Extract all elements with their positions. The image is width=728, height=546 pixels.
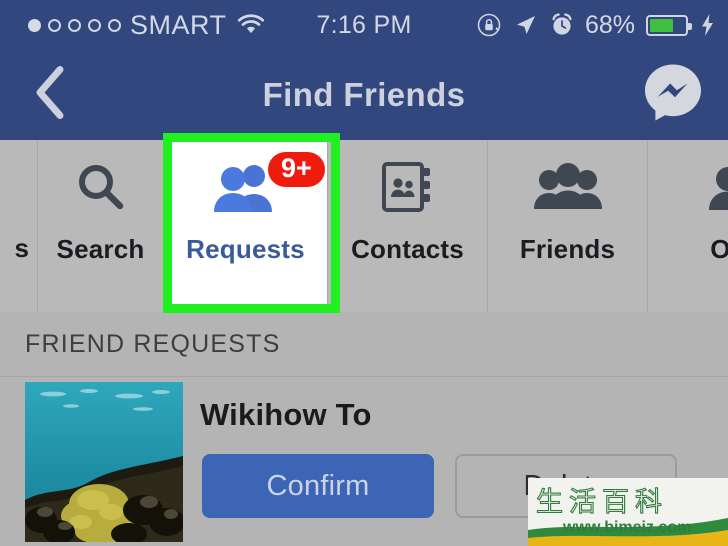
battery-fill: [650, 18, 674, 32]
lightning-bolt-icon: [702, 14, 713, 36]
people-group-icon: [533, 163, 602, 209]
battery-percent-label: 68%: [584, 10, 635, 39]
rotation-lock-icon: [477, 13, 501, 37]
tab-search[interactable]: Search: [38, 140, 164, 312]
site-watermark: 生活百科 www.bimeiz.com: [528, 478, 728, 546]
tab-contacts-icon-wrap: [328, 140, 487, 236]
status-bar-right: 68%: [476, 11, 716, 40]
tab-contacts-label: Contacts: [351, 234, 464, 264]
confirm-button[interactable]: Confirm: [202, 454, 434, 518]
tab-outgoing[interactable]: Outg: [648, 140, 728, 312]
coral-reef-photo: [25, 382, 183, 542]
requester-name: Wikihow To: [200, 397, 372, 432]
watermark-chinese-text: 生活百科: [536, 487, 668, 518]
alarm-clock-icon: [552, 13, 572, 35]
navigation-bar: Find Friends: [0, 50, 728, 140]
friend-requests-section-header: FRIEND REQUESTS: [0, 312, 728, 377]
watermark-graphic: 生活百科 www.bimeiz.com: [528, 478, 728, 546]
tab-friends[interactable]: Friends: [488, 140, 648, 312]
avatar[interactable]: [25, 382, 183, 542]
battery-icon: [646, 14, 692, 36]
tab-suggestions-partial[interactable]: s: [0, 140, 38, 312]
tab-outgoing-inner: Outg: [656, 140, 728, 312]
status-bar: SMART 7:16 PM 68%: [0, 0, 728, 50]
section-header-label: FRIEND REQUESTS: [25, 329, 281, 358]
watermark-url: www.bimeiz.com: [562, 519, 691, 536]
tab-friends-icon-wrap: [488, 140, 647, 236]
magnifier-icon: [78, 165, 123, 210]
tab-outgoing-icon-wrap: [656, 140, 728, 236]
tab-outgoing-label: Outg: [710, 234, 728, 264]
messenger-icon: [645, 64, 701, 121]
tab-suggestions-partial-label: s: [14, 233, 29, 263]
tab-search-icon-wrap: [38, 140, 163, 236]
tab-friends-label: Friends: [519, 234, 616, 264]
find-friends-tab-bar: s Search 9+ Requests Contacts Friends O: [0, 140, 728, 312]
page-title: Find Friends: [262, 76, 466, 113]
tab-requests[interactable]: 9+ Requests: [164, 140, 328, 312]
person-icon: [709, 167, 728, 210]
address-book-icon: [381, 162, 430, 212]
tab-requests-label: Requests: [186, 234, 305, 264]
phone-screenshot: SMART 7:16 PM 68% Find Friends s Search …: [0, 0, 728, 546]
tab-requests-icon-wrap: 9+: [164, 140, 327, 236]
location-arrow-icon: [516, 16, 535, 34]
messenger-button[interactable]: [640, 60, 706, 131]
requests-badge: 9+: [268, 152, 325, 187]
tab-search-label: Search: [56, 234, 145, 264]
tab-contacts[interactable]: Contacts: [328, 140, 488, 312]
